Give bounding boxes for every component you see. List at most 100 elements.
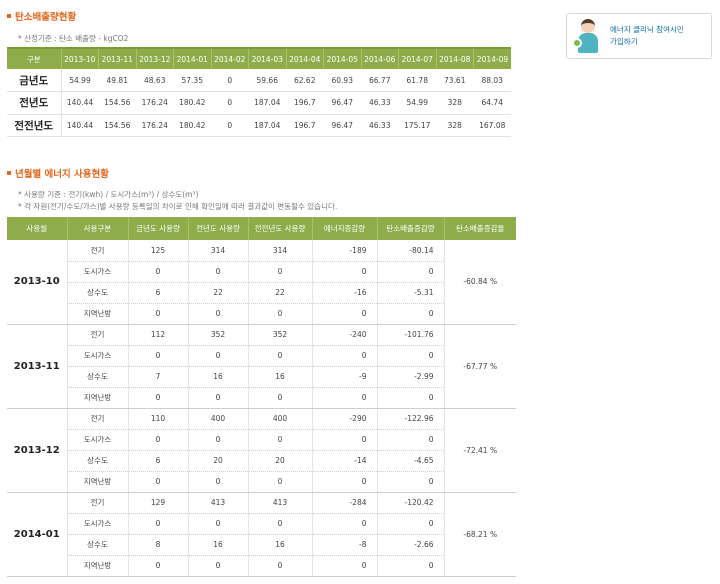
carbon-table-row: 금년도 54.99 49.81 48.63 57.35 0 59.66 62.62 60.93 6… bbox=[7, 69, 511, 92]
usage-value-cell: 0 bbox=[377, 261, 445, 283]
banner-line1: 에너지 클리닉 참여시민 bbox=[610, 25, 684, 34]
carbon-value-cell: 187.04 bbox=[248, 91, 286, 115]
usage-value-cell: 0 bbox=[188, 429, 249, 451]
energy-table-row: 도시가스 0 0 0 0 0 bbox=[7, 261, 516, 283]
carbon-value-cell: 167.08 bbox=[473, 114, 511, 137]
carbon-value-cell: 46.33 bbox=[361, 91, 399, 115]
carbon-value-cell: 140.44 bbox=[61, 91, 99, 115]
usage-value-cell: 0 bbox=[312, 303, 378, 325]
usage-value-cell: 0 bbox=[188, 261, 249, 283]
usage-value-cell: -14 bbox=[312, 450, 378, 472]
usage-type-cell: 전기 bbox=[67, 240, 129, 262]
carbon-value-cell: 64.74 bbox=[473, 91, 511, 115]
carbon-table-header: 구분 2013-10 2013-11 2013-12 2014-01 2014-02 201… bbox=[7, 48, 511, 69]
energy-table-row: 상수도 6 20 20 -14 -4.65 bbox=[7, 450, 516, 472]
carbon-note: * 산정기준 : 탄소 배출량 - kgCO2 bbox=[18, 34, 129, 43]
column-header-month: 2013-11 bbox=[98, 48, 137, 69]
usage-value-cell: -101.76 bbox=[377, 324, 445, 346]
usage-value-cell: 0 bbox=[128, 471, 189, 493]
bullet-icon bbox=[7, 171, 11, 175]
month-cell: 2013-10 bbox=[7, 240, 68, 325]
carbon-value-cell: 88.03 bbox=[473, 69, 511, 92]
usage-value-cell: 352 bbox=[248, 324, 313, 346]
column-header: 전전년도 사용량 bbox=[248, 217, 313, 240]
carbon-value-cell: 140.44 bbox=[61, 114, 99, 137]
carbon-value-cell: 46.33 bbox=[361, 114, 399, 137]
usage-value-cell: -189 bbox=[312, 240, 378, 262]
energy-table-row: 지역난방 0 0 0 0 0 bbox=[7, 555, 516, 577]
usage-value-cell: 6 bbox=[128, 450, 189, 472]
usage-value-cell: 0 bbox=[377, 345, 445, 367]
carbon-value-cell: 0 bbox=[211, 91, 249, 115]
usage-type-cell: 도시가스 bbox=[67, 513, 129, 535]
usage-value-cell: 0 bbox=[248, 345, 313, 367]
usage-value-cell: 0 bbox=[128, 513, 189, 535]
usage-value-cell: -8 bbox=[312, 534, 378, 556]
carbon-value-cell: 180.42 bbox=[173, 114, 211, 137]
usage-value-cell: -2.66 bbox=[377, 534, 445, 556]
usage-value-cell: -16 bbox=[312, 282, 378, 304]
usage-value-cell: 112 bbox=[128, 324, 189, 346]
energy-table-row: 도시가스 0 0 0 0 0 bbox=[7, 429, 516, 451]
column-header-month: 2014-03 bbox=[248, 48, 287, 69]
usage-type-cell: 상수도 bbox=[67, 366, 129, 388]
reduction-rate-cell: -60.84 % bbox=[444, 240, 516, 325]
usage-value-cell: 0 bbox=[188, 345, 249, 367]
carbon-value-cell: 175.17 bbox=[398, 114, 436, 137]
section-title-carbon: 탄소배출량현황 bbox=[7, 9, 76, 23]
usage-value-cell: 0 bbox=[312, 555, 378, 577]
usage-value-cell: 0 bbox=[312, 471, 378, 493]
usage-value-cell: 0 bbox=[128, 261, 189, 283]
usage-value-cell: 0 bbox=[248, 513, 313, 535]
usage-value-cell: -122.96 bbox=[377, 408, 445, 430]
energy-table-row: 지역난방 0 0 0 0 0 bbox=[7, 471, 516, 493]
usage-value-cell: 400 bbox=[188, 408, 249, 430]
energy-table-row: 도시가스 0 0 0 0 0 bbox=[7, 513, 516, 535]
usage-value-cell: 0 bbox=[377, 303, 445, 325]
column-header-month: 2014-07 bbox=[398, 48, 437, 69]
carbon-value-cell: 0 bbox=[211, 114, 249, 137]
usage-value-cell: 0 bbox=[248, 387, 313, 409]
usage-value-cell: 314 bbox=[248, 240, 313, 262]
reduction-rate-cell: -72.41 % bbox=[444, 408, 516, 493]
carbon-value-cell: 48.63 bbox=[136, 69, 174, 92]
bullet-icon bbox=[7, 14, 11, 18]
usage-value-cell: 0 bbox=[312, 261, 378, 283]
usage-value-cell: 0 bbox=[248, 261, 313, 283]
usage-value-cell: 0 bbox=[248, 303, 313, 325]
usage-type-cell: 지역난방 bbox=[67, 555, 129, 577]
usage-value-cell: 20 bbox=[188, 450, 249, 472]
usage-type-cell: 전기 bbox=[67, 408, 129, 430]
usage-value-cell: 110 bbox=[128, 408, 189, 430]
usage-value-cell: 16 bbox=[188, 534, 249, 556]
usage-value-cell: 0 bbox=[312, 429, 378, 451]
usage-value-cell: 7 bbox=[128, 366, 189, 388]
usage-value-cell: 16 bbox=[188, 366, 249, 388]
usage-value-cell: -5.31 bbox=[377, 282, 445, 304]
usage-value-cell: 22 bbox=[248, 282, 313, 304]
carbon-value-cell: 328 bbox=[436, 91, 474, 115]
usage-type-cell: 상수도 bbox=[67, 450, 129, 472]
usage-value-cell: 0 bbox=[377, 555, 445, 577]
energy-clinic-banner[interactable]: 에너지 클리닉 참여시민 가입하기 bbox=[566, 13, 712, 59]
carbon-value-cell: 54.99 bbox=[61, 69, 99, 92]
carbon-value-cell: 328 bbox=[436, 114, 474, 137]
usage-type-cell: 도시가스 bbox=[67, 345, 129, 367]
usage-value-cell: 16 bbox=[248, 534, 313, 556]
usage-value-cell: 400 bbox=[248, 408, 313, 430]
carbon-value-cell: 196.7 bbox=[286, 91, 324, 115]
row-label: 금년도 bbox=[7, 69, 62, 92]
usage-value-cell: -4.65 bbox=[377, 450, 445, 472]
usage-value-cell: 352 bbox=[188, 324, 249, 346]
energy-table-header: 사용월 사용구분 금년도 사용량 전년도 사용량 전전년도 사용량 에너지증감량 탄소배출증… bbox=[7, 217, 516, 240]
energy-table-row: 상수도 7 16 16 -9 -2.99 bbox=[7, 366, 516, 388]
column-header-month: 2014-01 bbox=[173, 48, 212, 69]
usage-value-cell: 0 bbox=[377, 471, 445, 493]
carbon-value-cell: 180.42 bbox=[173, 91, 211, 115]
section-title-text: 년월별 에너지 사용현황 bbox=[15, 169, 110, 180]
energy-table-row: 2013-10 전기 125 314 314 -189 -80.14 -60.84 % bbox=[7, 240, 516, 325]
energy-note-variance: * 각 자원(전기/수도/가스)별 사용량 등록일의 차이로 인해 확인일에 따… bbox=[18, 202, 338, 211]
carbon-value-cell: 176.24 bbox=[136, 91, 174, 115]
energy-note-units: * 사용량 기준 : 전기(kwh) / 도시가스(m³) / 상수도(m³) bbox=[18, 190, 199, 199]
column-header-month: 2014-09 bbox=[473, 48, 511, 69]
